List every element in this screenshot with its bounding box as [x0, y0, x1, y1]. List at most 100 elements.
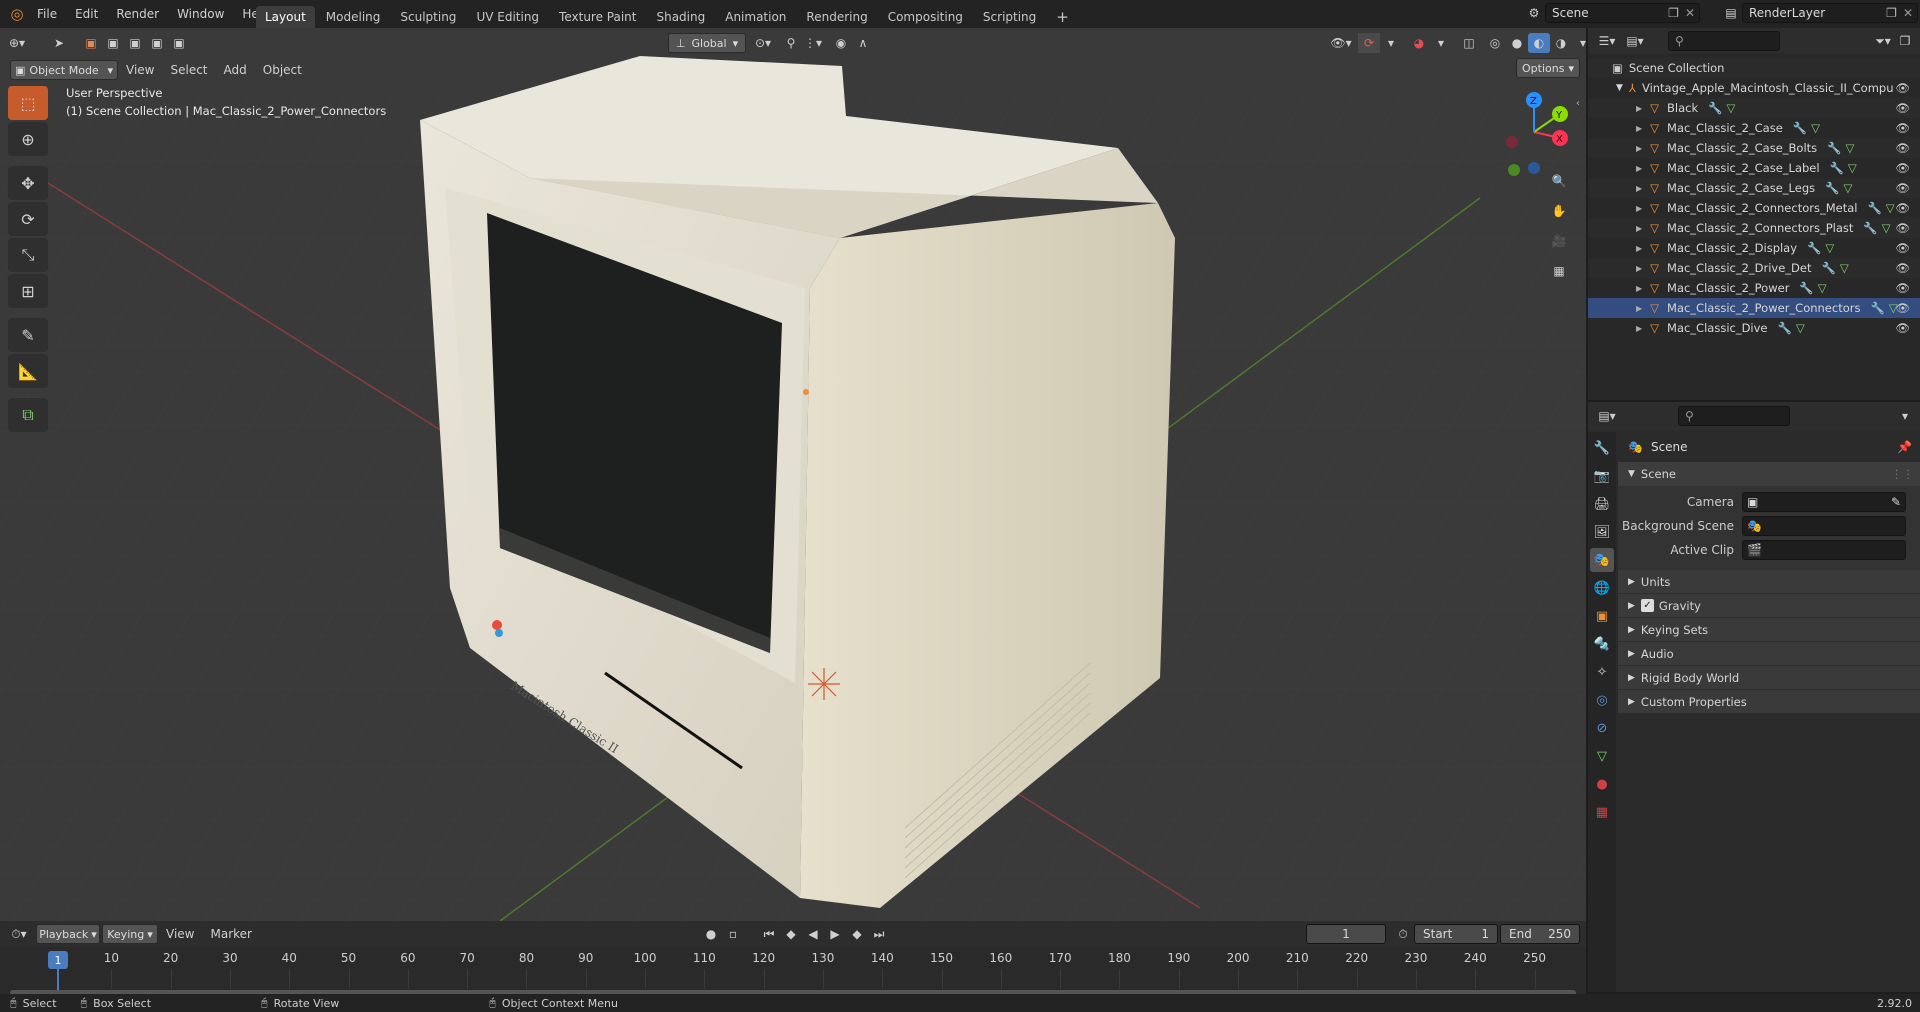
world-properties-tab[interactable]: 🌐: [1590, 576, 1614, 600]
timeline-menu-marker[interactable]: Marker: [202, 927, 259, 941]
pin-icon[interactable]: 📌: [1897, 440, 1912, 454]
falloff-icon[interactable]: ∧: [852, 33, 874, 53]
expand-arrow-icon[interactable]: ▶: [1636, 284, 1642, 293]
wireframe-shading-icon[interactable]: ◎: [1484, 33, 1506, 53]
expand-arrow-icon[interactable]: ▶: [1636, 304, 1642, 313]
mesh-data-icon[interactable]: ▽: [1840, 261, 1849, 275]
copy-icon[interactable]: ❐: [1886, 6, 1897, 20]
expand-arrow-icon[interactable]: ▶: [1636, 324, 1642, 333]
gravity-panel[interactable]: ▶ ✓ Gravity: [1618, 594, 1920, 618]
display-mode-icon[interactable]: ▤▾: [1624, 31, 1646, 51]
expand-arrow-icon[interactable]: ▶: [1636, 244, 1642, 253]
start-frame-field[interactable]: Start 1: [1414, 924, 1498, 944]
new-collection-icon[interactable]: ❐: [1894, 31, 1916, 51]
mesh-data-icon[interactable]: ▽: [1846, 141, 1855, 155]
mesh-data-icon[interactable]: ▽: [1811, 121, 1820, 135]
viewport-canvas[interactable]: Macintosh Classic II: [0, 28, 1586, 921]
tool-annotate[interactable]: ✎: [8, 318, 48, 352]
properties-search-input[interactable]: ⚲: [1678, 406, 1790, 426]
camera-view-icon[interactable]: 🎥: [1548, 226, 1570, 256]
mesh-data-icon[interactable]: ▽: [1848, 161, 1857, 175]
visibility-icon[interactable]: 👁▾: [1330, 33, 1352, 53]
tool-move[interactable]: ✥: [8, 166, 48, 200]
select-subtract-icon[interactable]: ▣: [124, 33, 146, 53]
keying-dropdown[interactable]: Keying ▾: [102, 924, 158, 944]
tool-scale[interactable]: ⤡: [8, 238, 48, 272]
ortho-grid-icon[interactable]: ▦: [1548, 256, 1570, 286]
collapse-arrow-icon[interactable]: ▼: [1616, 83, 1623, 93]
tab-uv-editing[interactable]: UV Editing: [467, 6, 548, 28]
view-layer-field[interactable]: RenderLayer ❐ ✕: [1742, 3, 1918, 23]
outliner-item[interactable]: ▶ ▽ Mac_Classic_Dive 🔧 ▽ 👁: [1588, 318, 1920, 338]
outliner-item[interactable]: ▶ ▽ Mac_Classic_2_Power_Connectors 🔧 ▽ 👁: [1588, 298, 1920, 318]
expand-arrow-icon[interactable]: ▶: [1636, 264, 1642, 273]
overlay-toggle-icon[interactable]: ◕: [1408, 33, 1430, 53]
outliner-item[interactable]: ▶ ▽ Mac_Classic_2_Connectors_Plast 🔧 ▽ 👁: [1588, 218, 1920, 238]
tab-texture-paint[interactable]: Texture Paint: [550, 6, 645, 28]
scene-browse-icon[interactable]: ⚙: [1523, 3, 1545, 23]
play-reverse-icon[interactable]: ◀: [802, 924, 824, 944]
custom-properties-panel[interactable]: ▶ Custom Properties: [1618, 690, 1920, 714]
rendered-shading-icon[interactable]: ◑: [1550, 33, 1572, 53]
transform-orientation-dropdown[interactable]: ⊥ Global ▾: [668, 33, 746, 53]
add-workspace-button[interactable]: +: [1047, 6, 1078, 28]
snap-target-icon[interactable]: ⋮▾: [802, 33, 824, 53]
modifier-wrench-icon[interactable]: 🔧: [1827, 141, 1841, 155]
record-icon[interactable]: ●: [700, 924, 722, 944]
eye-icon[interactable]: 👁: [1895, 101, 1910, 115]
scene-panel-header[interactable]: ▼ Scene ⋮⋮: [1618, 462, 1920, 486]
outliner-item[interactable]: ▶ ▽ Mac_Classic_2_Case_Legs 🔧 ▽ 👁: [1588, 178, 1920, 198]
xray-icon[interactable]: ◫: [1458, 33, 1480, 53]
tool-transform[interactable]: ⊞: [8, 274, 48, 308]
playback-dropdown[interactable]: Playback ▾: [36, 924, 100, 944]
tool-cursor[interactable]: ⊕: [8, 122, 48, 156]
tool-properties-tab[interactable]: 🔧: [1590, 436, 1614, 460]
tab-shading[interactable]: Shading: [647, 6, 714, 28]
active-clip-field[interactable]: 🎬: [1742, 540, 1906, 560]
3d-viewport[interactable]: Macintosh Classic II ⊕▾ ➤ ▣ ▣ ▣ ▣ ▣ ⊥ Gl…: [0, 28, 1586, 921]
tab-animation[interactable]: Animation: [716, 6, 795, 28]
menu-object[interactable]: Object: [255, 63, 310, 77]
modifier-wrench-icon[interactable]: 🔧: [1799, 281, 1813, 295]
select-tool-icon[interactable]: ➤: [48, 33, 70, 53]
menu-view[interactable]: View: [118, 63, 162, 77]
playhead[interactable]: 1: [48, 951, 68, 969]
render-properties-tab[interactable]: 📷: [1590, 464, 1614, 488]
units-panel[interactable]: ▶ Units: [1618, 570, 1920, 594]
jump-end-icon[interactable]: ⏭: [868, 924, 890, 944]
timeline-ruler[interactable]: 10 20 30 40 50 60 70 80 90 100 110 120 130 140 150 160 1…: [0, 947, 1586, 1000]
scene-name-field[interactable]: Scene ❐ ✕: [1545, 3, 1700, 23]
next-keyframe-icon[interactable]: ◆: [846, 924, 868, 944]
eye-icon[interactable]: 👁: [1895, 201, 1910, 215]
gizmo-toggle-icon[interactable]: ⟳: [1358, 33, 1380, 53]
preview-range-icon[interactable]: ⏱: [1392, 924, 1414, 944]
rigid-body-world-panel[interactable]: ▶ Rigid Body World: [1618, 666, 1920, 690]
tool-rotate[interactable]: ⟳: [8, 202, 48, 236]
expand-arrow-icon[interactable]: ▶: [1636, 164, 1642, 173]
output-properties-tab[interactable]: 🖨: [1590, 492, 1614, 516]
outliner-search-input[interactable]: ⚲: [1668, 31, 1780, 51]
end-frame-field[interactable]: End 250: [1500, 924, 1580, 944]
gizmo-dropdown-icon[interactable]: ▾: [1380, 33, 1402, 53]
close-icon[interactable]: ✕: [1685, 6, 1695, 20]
scene-properties-tab[interactable]: 🎭: [1590, 548, 1614, 572]
outliner-item[interactable]: ▶ ▽ Mac_Classic_2_Case_Bolts 🔧 ▽ 👁: [1588, 138, 1920, 158]
outliner-item[interactable]: ▶ ▽ Mac_Classic_2_Display 🔧 ▽ 👁: [1588, 238, 1920, 258]
tool-select-box[interactable]: ⬚: [8, 86, 48, 120]
zoom-icon[interactable]: 🔍: [1548, 166, 1570, 196]
eyedropper-icon[interactable]: ✎: [1891, 495, 1901, 509]
modifier-wrench-icon[interactable]: 🔧: [1863, 221, 1877, 235]
pivot-icon[interactable]: ⊙▾: [752, 33, 774, 53]
expand-arrow-icon[interactable]: ▶: [1636, 124, 1642, 133]
modifier-wrench-icon[interactable]: 🔧: [1807, 241, 1821, 255]
data-properties-tab[interactable]: ▽: [1590, 744, 1614, 768]
physics-properties-tab[interactable]: ◎: [1590, 688, 1614, 712]
close-icon[interactable]: ✕: [1903, 6, 1913, 20]
audio-panel[interactable]: ▶ Audio: [1618, 642, 1920, 666]
mesh-data-icon[interactable]: ▽: [1726, 101, 1735, 115]
keying-sets-panel[interactable]: ▶ Keying Sets: [1618, 618, 1920, 642]
view-layer-properties-tab[interactable]: 🖼: [1590, 520, 1614, 544]
outliner-editor-icon[interactable]: ☰▾: [1596, 31, 1618, 51]
eye-icon[interactable]: 👁: [1895, 121, 1910, 135]
expand-arrow-icon[interactable]: ▶: [1636, 224, 1642, 233]
